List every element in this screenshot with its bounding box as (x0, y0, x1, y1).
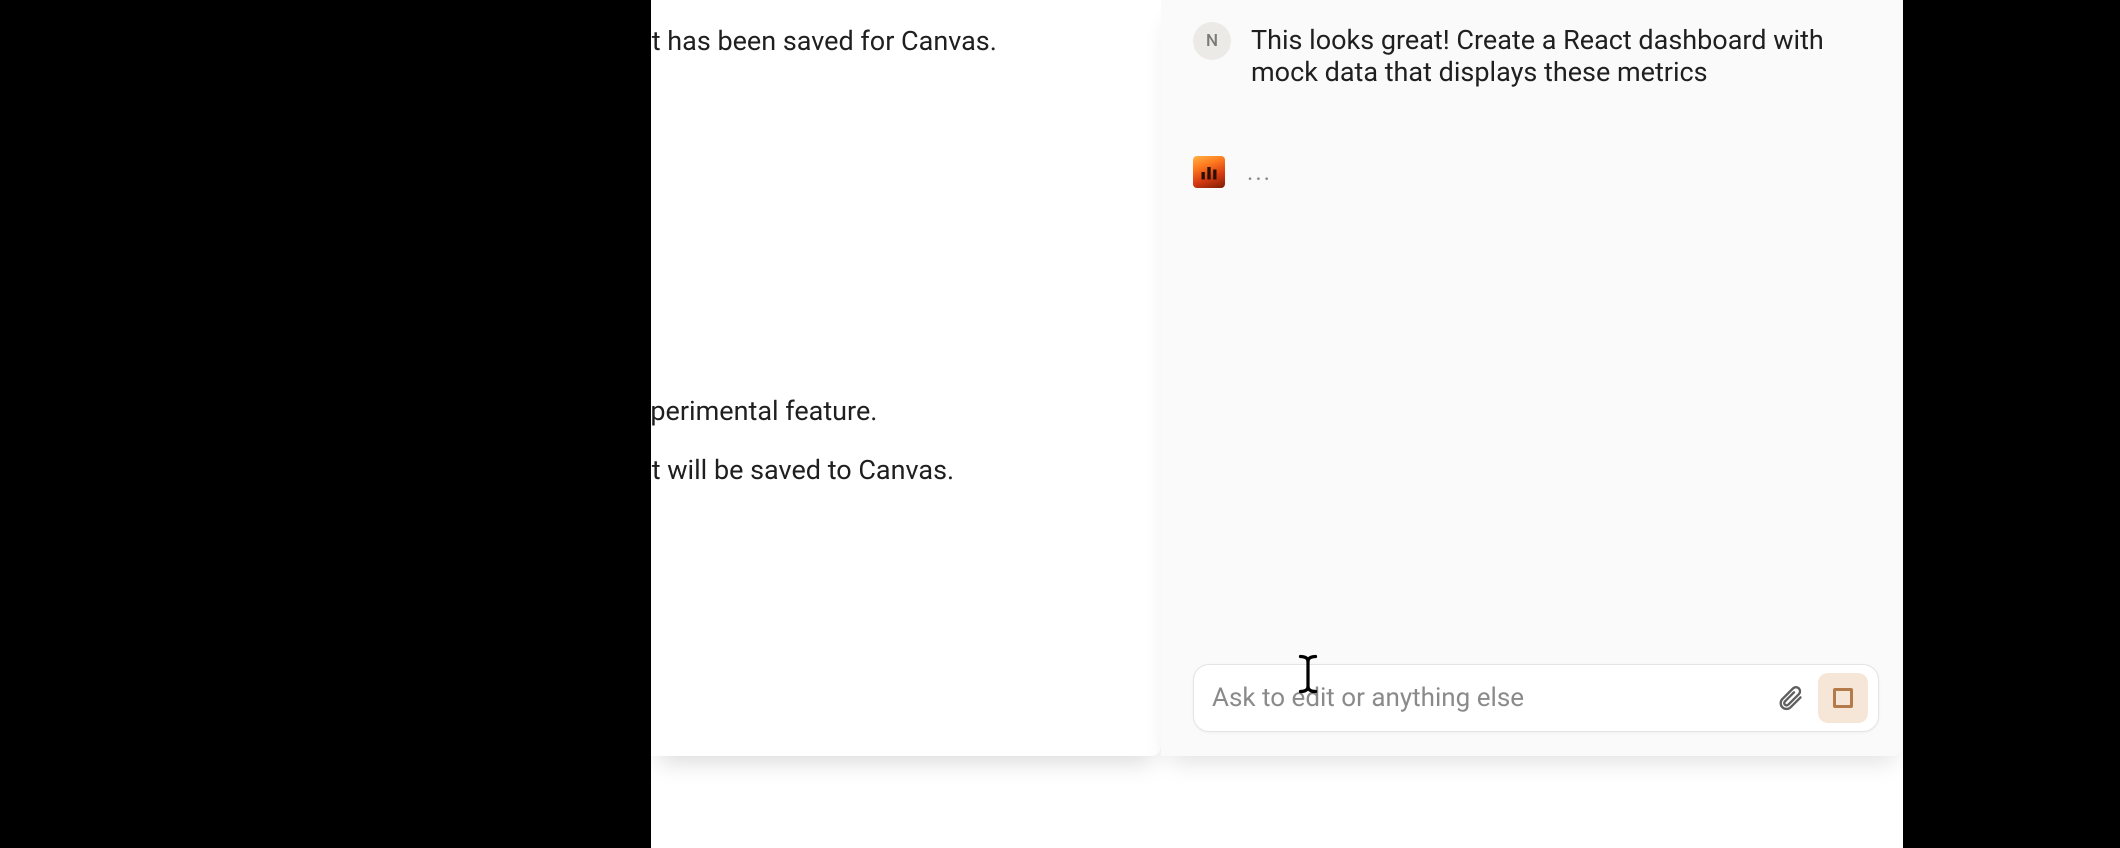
chat-input-bar (1193, 664, 1879, 732)
chat-input[interactable] (1212, 683, 1768, 713)
user-message-row: N This looks great! Create a React dashb… (1193, 22, 1863, 89)
bar-chart-icon (1199, 162, 1219, 182)
chat-panel: N This looks great! Create a React dashb… (1161, 0, 1903, 756)
page-background-lower (651, 756, 1903, 848)
stop-button[interactable] (1818, 673, 1868, 723)
canvas-experimental-note: This is an experimental feature. (651, 395, 877, 427)
assistant-avatar (1193, 156, 1225, 188)
paperclip-icon (1776, 684, 1804, 712)
assistant-typing-indicator: ... (1247, 160, 1272, 184)
canvas-document-panel: This document has been saved for Canvas.… (651, 0, 1161, 756)
canvas-status-line: This document has been saved for Canvas. (651, 25, 997, 57)
stop-icon (1833, 688, 1853, 708)
user-avatar: N (1193, 22, 1231, 60)
user-avatar-initial: N (1206, 31, 1218, 51)
assistant-response-row: ... (1193, 156, 1272, 188)
user-message-text: This looks great! Create a React dashboa… (1251, 22, 1863, 89)
canvas-save-note: This document will be saved to Canvas. (651, 454, 954, 486)
attach-button[interactable] (1768, 676, 1812, 720)
app-stage: This document has been saved for Canvas.… (651, 0, 1903, 848)
